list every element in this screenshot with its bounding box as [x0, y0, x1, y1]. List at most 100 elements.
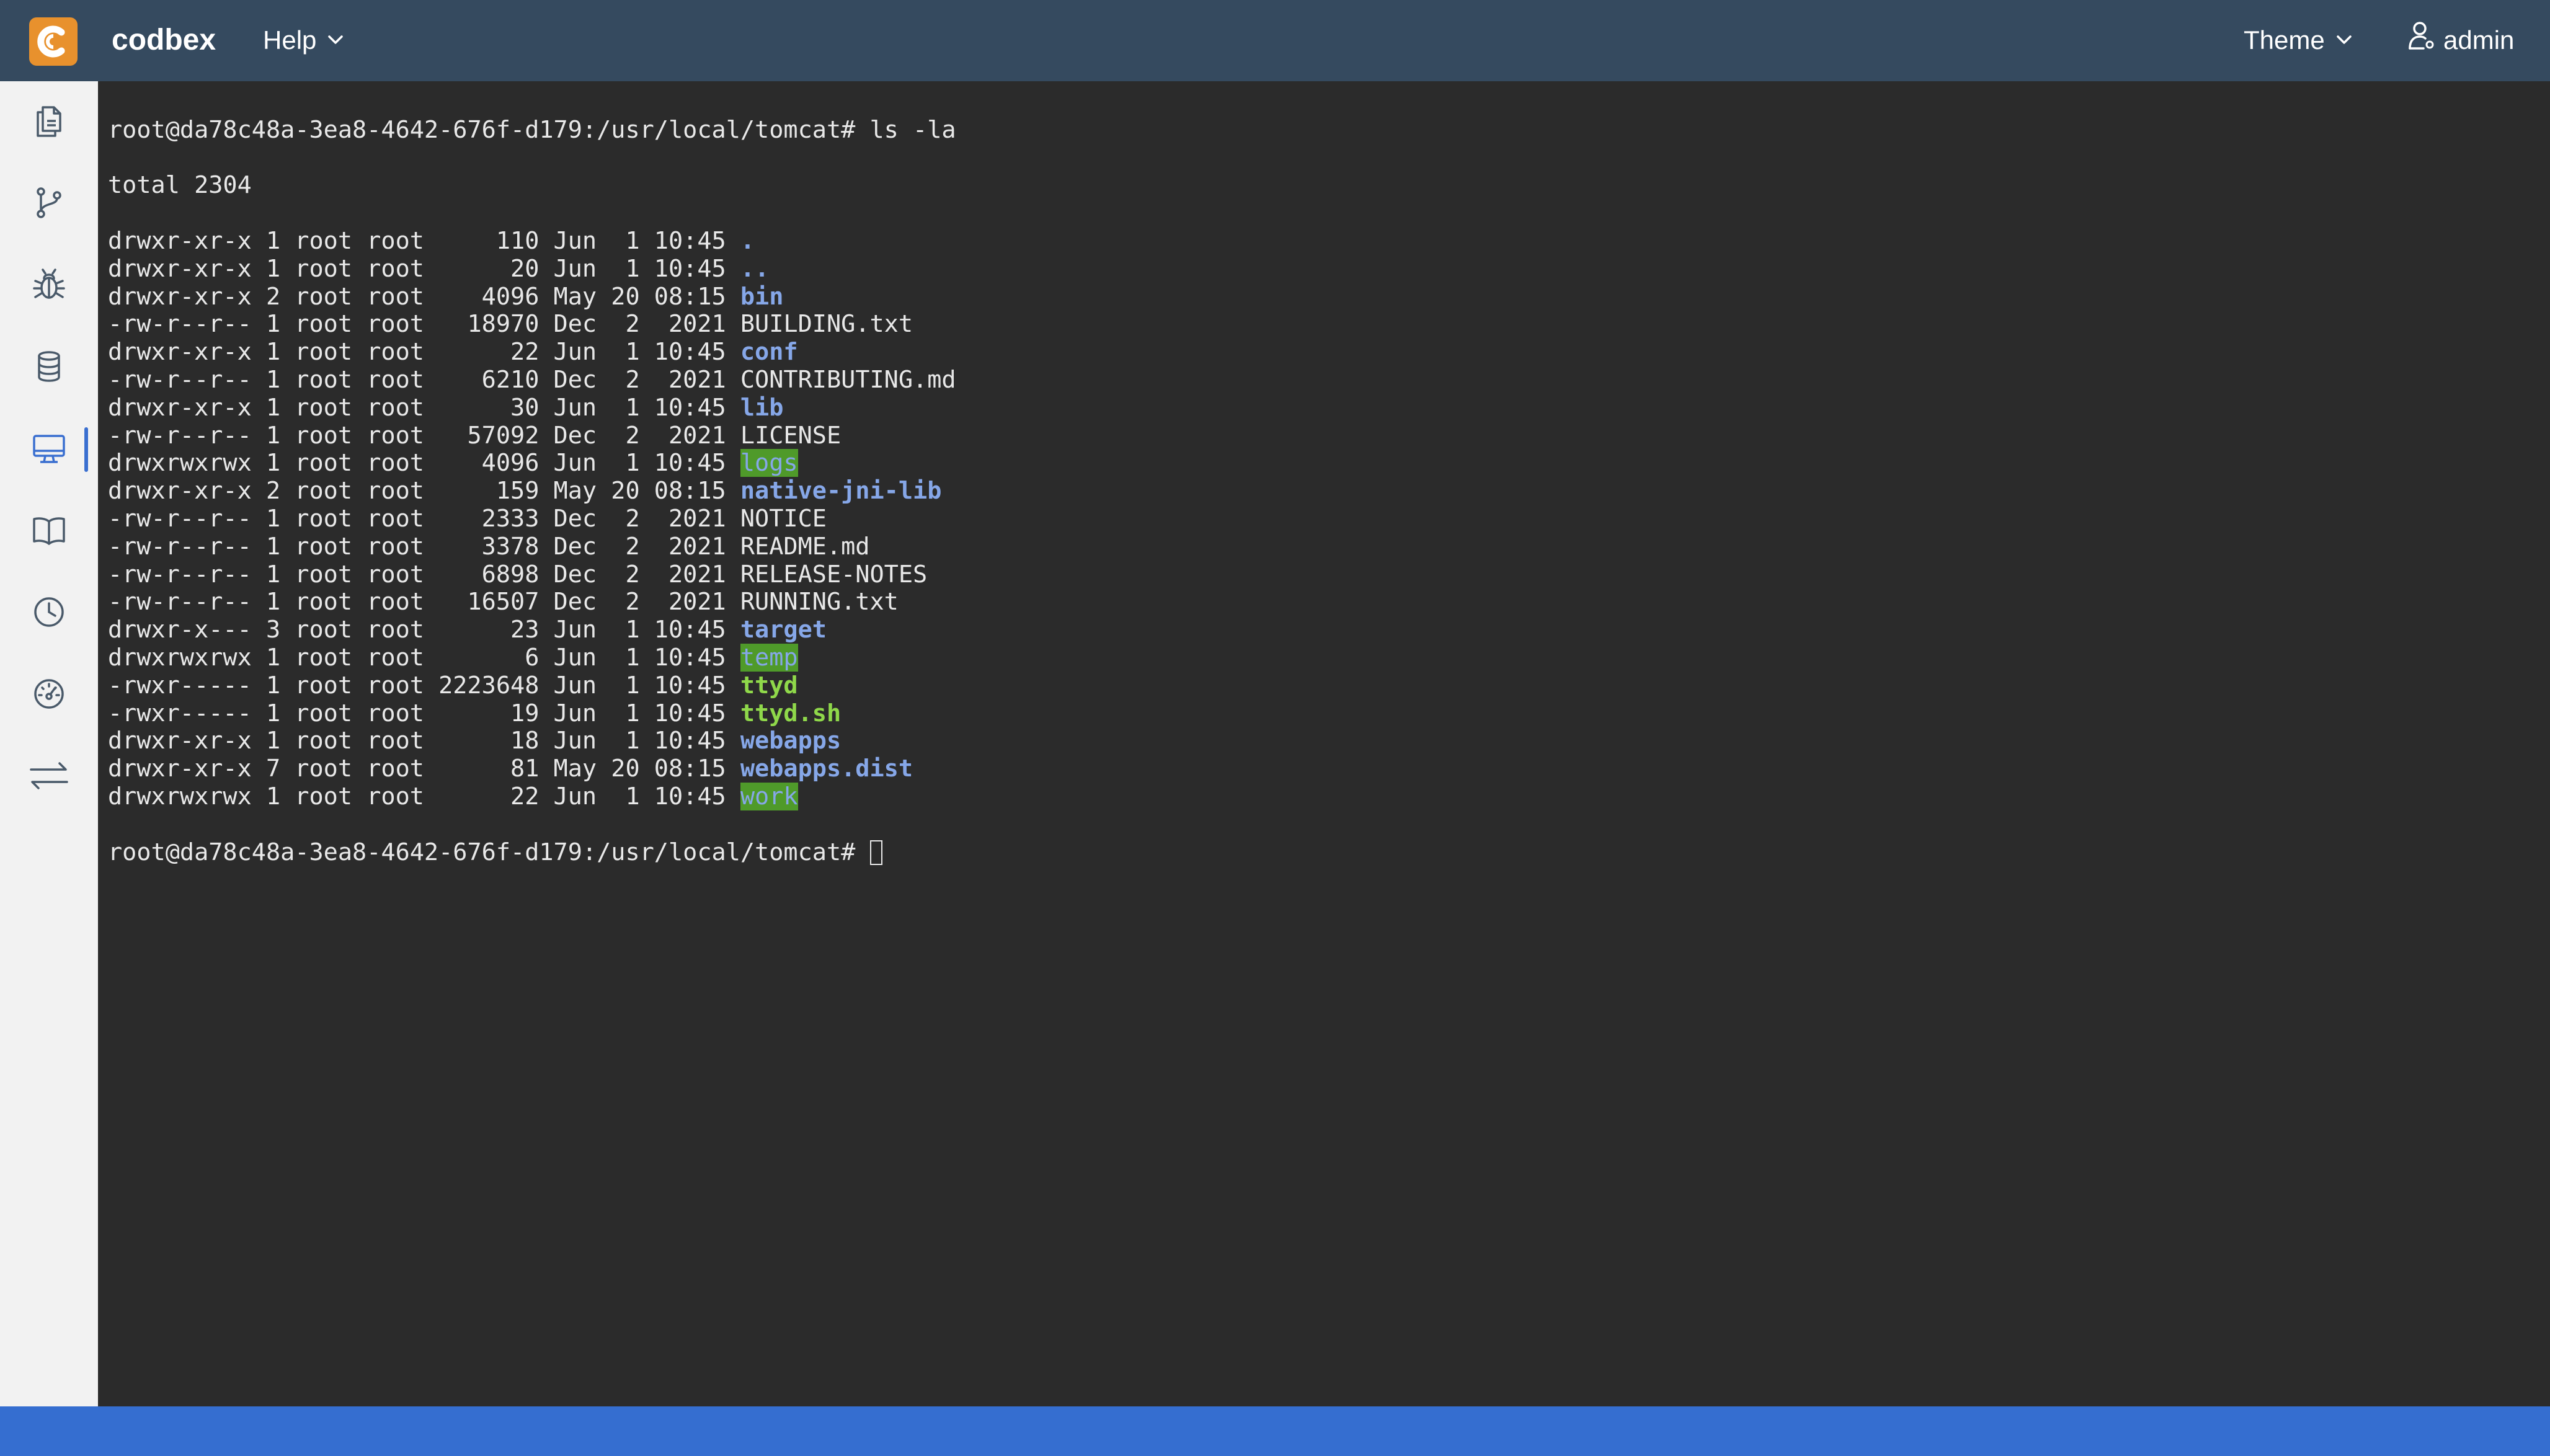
- entry-filename: conf: [740, 338, 798, 366]
- terminal-entry-line: drwxr-xr-x 2 root root 159 May 20 08:15 …: [108, 477, 2550, 505]
- terminal-entry-line: drwxr-xr-x 7 root root 81 May 20 08:15 w…: [108, 755, 2550, 783]
- chevron-down-icon: [2335, 21, 2353, 60]
- entry-filename: NOTICE: [740, 504, 827, 533]
- entry-filename: work: [740, 782, 798, 810]
- entry-meta: drwxr-xr-x 1 root root 30 Jun 1 10:45: [108, 393, 740, 422]
- help-menu[interactable]: Help: [263, 21, 345, 60]
- terminal-prompt: root@da78c48a-3ea8-4642-676f-d179:/usr/l…: [108, 115, 870, 144]
- top-bar: codbex Help Theme admin: [0, 0, 2550, 81]
- entry-meta: drwxr-xr-x 2 root root 159 May 20 08:15: [108, 477, 740, 505]
- entry-filename: bin: [740, 282, 784, 311]
- terminal-cursor: [869, 840, 882, 865]
- terminal-entry-line: -rw-r--r-- 1 root root 18970 Dec 2 2021 …: [108, 310, 2550, 339]
- bug-icon: [30, 266, 68, 306]
- entry-meta: -rwxr----- 1 root root 2223648 Jun 1 10:…: [108, 671, 740, 699]
- entry-filename: BUILDING.txt: [740, 310, 913, 339]
- entry-filename: webapps.dist: [740, 755, 913, 783]
- entry-meta: -rw-r--r-- 1 root root 2333 Dec 2 2021: [108, 504, 740, 533]
- entry-filename: .: [740, 226, 755, 255]
- terminal-input-line[interactable]: root@da78c48a-3ea8-4642-676f-d179:/usr/l…: [108, 838, 2550, 867]
- entry-meta: -rw-r--r-- 1 root root 18970 Dec 2 2021: [108, 310, 740, 339]
- entry-filename: RELEASE-NOTES: [740, 560, 928, 588]
- terminal-entry-line: -rw-r--r-- 1 root root 6898 Dec 2 2021 R…: [108, 561, 2550, 589]
- codbex-logo-icon[interactable]: [29, 17, 78, 66]
- entry-filename: CONTRIBUTING.md: [740, 365, 956, 394]
- entry-filename: native-jni-lib: [740, 477, 942, 505]
- entry-filename: ..: [740, 254, 770, 283]
- entry-meta: drwxr-x--- 3 root root 23 Jun 1 10:45: [108, 616, 740, 644]
- entry-meta: drwxrwxrwx 1 root root 22 Jun 1 10:45: [108, 782, 740, 810]
- entry-meta: -rw-r--r-- 1 root root 6210 Dec 2 2021: [108, 365, 740, 394]
- entry-filename: lib: [740, 393, 784, 422]
- entry-filename: target: [740, 616, 827, 644]
- transfer-arrows-icon: [27, 757, 71, 797]
- help-menu-label: Help: [263, 25, 317, 55]
- entry-filename: logs: [740, 449, 798, 477]
- entry-meta: drwxr-xr-x 1 root root 110 Jun 1 10:45: [108, 226, 740, 255]
- entry-meta: drwxr-xr-x 2 root root 4096 May 20 08:15: [108, 282, 740, 311]
- entry-meta: drwxr-xr-x 7 root root 81 May 20 08:15: [108, 755, 740, 783]
- terminal-monitor-icon: [30, 430, 68, 470]
- database-icon: [30, 348, 68, 388]
- brand-name: codbex: [112, 24, 216, 56]
- sidebar-item-git[interactable]: [0, 163, 98, 245]
- terminal-entry-line: drwxr-xr-x 1 root root 30 Jun 1 10:45 li…: [108, 394, 2550, 422]
- sidebar-item-transport[interactable]: [0, 736, 98, 818]
- entry-meta: -rw-r--r-- 1 root root 3378 Dec 2 2021: [108, 532, 740, 561]
- status-bar: [0, 1406, 2550, 1456]
- sidebar-item-documentation[interactable]: [0, 491, 98, 572]
- entry-filename: ttyd.sh: [740, 699, 842, 727]
- perspective-sidebar: [0, 81, 98, 1406]
- git-branch-icon: [30, 184, 68, 224]
- theme-menu[interactable]: Theme: [2244, 21, 2353, 60]
- terminal-entry-line: drwxr-xr-x 1 root root 18 Jun 1 10:45 we…: [108, 727, 2550, 755]
- terminal-entry-line: drwxr-x--- 3 root root 23 Jun 1 10:45 ta…: [108, 616, 2550, 644]
- terminal-total-line: total 2304: [108, 171, 252, 200]
- terminal-entry-line: -rw-r--r-- 1 root root 57092 Dec 2 2021 …: [108, 422, 2550, 450]
- entry-filename: temp: [740, 643, 798, 672]
- entry-filename: webapps: [740, 727, 842, 755]
- terminal-entry-line: -rwxr----- 1 root root 19 Jun 1 10:45 tt…: [108, 699, 2550, 728]
- entry-meta: -rw-r--r-- 1 root root 16507 Dec 2 2021: [108, 588, 740, 616]
- entry-meta: drwxr-xr-x 1 root root 20 Jun 1 10:45: [108, 254, 740, 283]
- terminal-entry-line: -rw-r--r-- 1 root root 3378 Dec 2 2021 R…: [108, 533, 2550, 561]
- entry-meta: drwxr-xr-x 1 root root 18 Jun 1 10:45: [108, 727, 740, 755]
- terminal-entry-line: -rw-r--r-- 1 root root 16507 Dec 2 2021 …: [108, 588, 2550, 616]
- book-icon: [30, 512, 68, 552]
- terminal-entry-line: -rw-r--r-- 1 root root 2333 Dec 2 2021 N…: [108, 505, 2550, 533]
- user-menu-label: admin: [2443, 25, 2515, 55]
- sidebar-item-debug[interactable]: [0, 245, 98, 327]
- terminal-entry-line: -rwxr----- 1 root root 2223648 Jun 1 10:…: [108, 672, 2550, 700]
- terminal-entry-line: drwxr-xr-x 2 root root 4096 May 20 08:15…: [108, 283, 2550, 311]
- sidebar-item-terminal[interactable]: [0, 409, 98, 491]
- entry-filename: ttyd: [740, 671, 798, 699]
- terminal-entry-line: drwxrwxrwx 1 root root 6 Jun 1 10:45 tem…: [108, 643, 2550, 672]
- terminal-entry-line: drwxr-xr-x 1 root root 22 Jun 1 10:45 co…: [108, 338, 2550, 366]
- user-icon: [2407, 20, 2435, 61]
- terminal-panel[interactable]: root@da78c48a-3ea8-4642-676f-d179:/usr/l…: [98, 81, 2550, 1406]
- terminal-command: ls -la: [869, 115, 956, 144]
- terminal-entry-line: drwxrwxrwx 1 root root 4096 Jun 1 10:45 …: [108, 449, 2550, 477]
- clock-icon: [30, 593, 68, 634]
- entry-filename: LICENSE: [740, 421, 842, 450]
- sidebar-item-jobs[interactable]: [0, 572, 98, 654]
- terminal-entry-line: drwxr-xr-x 1 root root 20 Jun 1 10:45 ..: [108, 255, 2550, 283]
- chevron-down-icon: [326, 21, 345, 60]
- entry-meta: drwxr-xr-x 1 root root 22 Jun 1 10:45: [108, 338, 740, 366]
- terminal-entry-line: drwxr-xr-x 1 root root 110 Jun 1 10:45 .: [108, 226, 2550, 255]
- entry-meta: -rw-r--r-- 1 root root 6898 Dec 2 2021: [108, 560, 740, 588]
- user-menu[interactable]: admin: [2407, 21, 2514, 60]
- entry-meta: -rwxr----- 1 root root 19 Jun 1 10:45: [108, 699, 740, 727]
- documents-icon: [30, 102, 68, 143]
- theme-menu-label: Theme: [2244, 25, 2325, 55]
- sidebar-item-projects[interactable]: [0, 81, 98, 163]
- terminal-entry-line: -rw-r--r-- 1 root root 6210 Dec 2 2021 C…: [108, 366, 2550, 394]
- entry-meta: -rw-r--r-- 1 root root 57092 Dec 2 2021: [108, 421, 740, 450]
- terminal-entry-line: drwxrwxrwx 1 root root 22 Jun 1 10:45 wo…: [108, 782, 2550, 811]
- entry-meta: drwxrwxrwx 1 root root 6 Jun 1 10:45: [108, 643, 740, 672]
- sidebar-item-operations[interactable]: [0, 654, 98, 736]
- entry-filename: README.md: [740, 532, 870, 561]
- sidebar-item-database[interactable]: [0, 327, 98, 409]
- terminal-prompt: root@da78c48a-3ea8-4642-676f-d179:/usr/l…: [108, 838, 870, 866]
- terminal-command-line: root@da78c48a-3ea8-4642-676f-d179:/usr/l…: [108, 115, 2550, 144]
